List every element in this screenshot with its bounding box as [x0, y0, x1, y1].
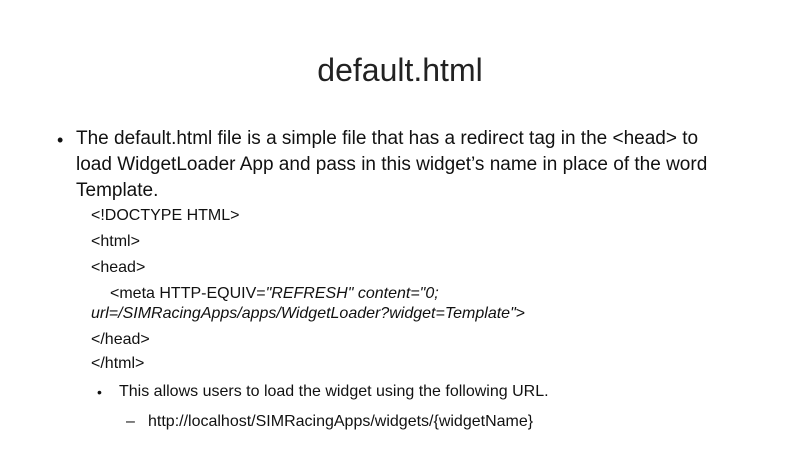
- code-meta-url: url=/SIMRacingApps/apps/WidgetLoader?wid…: [91, 305, 516, 322]
- code-head-close: </head>: [91, 331, 150, 348]
- dash-icon: –: [126, 413, 135, 430]
- slide: default.html • The default.html file is …: [0, 0, 800, 449]
- bullet-icon: •: [57, 130, 64, 150]
- code-meta-url-line: url=/SIMRacingApps/apps/WidgetLoader?wid…: [91, 304, 731, 330]
- sub-bullet-text: This allows users to load the widget usi…: [119, 383, 549, 400]
- code-doctype: <!DOCTYPE HTML>: [91, 207, 240, 224]
- slide-title: default.html: [317, 52, 483, 88]
- code-meta-close: >: [515, 305, 526, 322]
- sub-bullet-icon: •: [97, 384, 102, 400]
- main-bullet-text: The default.html file is a simple file t…: [76, 128, 708, 201]
- code-meta-line: <meta HTTP-EQUIV="REFRESH" content="0;: [91, 284, 731, 304]
- code-block: <!DOCTYPE HTML> <html> <head> <meta HTTP…: [91, 206, 731, 378]
- code-html-open: <html>: [91, 233, 140, 250]
- url-text: http://localhost/SIMRacingApps/widgets/{…: [148, 413, 534, 430]
- url-item: – http://localhost/SIMRacingApps/widgets…: [126, 412, 726, 432]
- code-meta-equiv-value: "REFRESH": [265, 285, 354, 302]
- code-head-open: <head>: [91, 259, 146, 276]
- sub-bullet: • This allows users to load the widget u…: [97, 382, 737, 402]
- code-html-close: </html>: [91, 355, 145, 372]
- code-meta-prefix: <meta HTTP-EQUIV=: [110, 285, 266, 302]
- main-bullet: • The default.html file is a simple file…: [57, 126, 737, 204]
- code-meta-content-attr: content="0;: [353, 285, 439, 302]
